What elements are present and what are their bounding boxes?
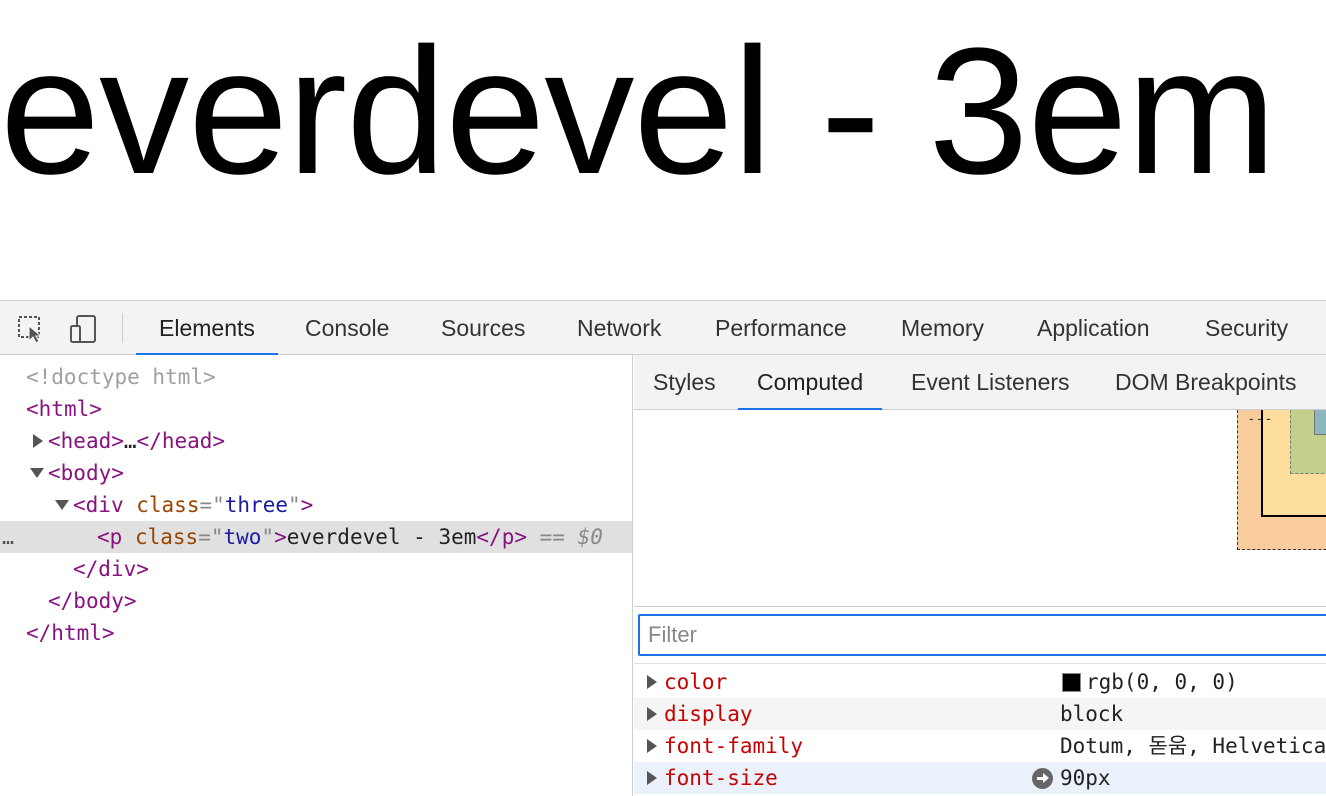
dom-html-open[interactable]: <html> [0,393,632,425]
expand-triangle-icon[interactable] [647,739,657,753]
prop-value: 90px [1060,766,1111,790]
devtools-toolbar: Elements Console Sources Network Perform… [0,301,1326,356]
p-attr-name: class [134,525,199,549]
body-tag-name: body [60,461,112,485]
head-close-tag-name: head [161,429,213,453]
dom-div-open[interactable]: <div class="three"> [0,489,632,521]
device-toggle-icon[interactable] [68,314,98,344]
tab-security[interactable]: Security [1182,301,1311,355]
filter-input[interactable] [638,614,1326,656]
elements-dom-tree: <!doctype html> <html> <head>…</head> <b… [0,355,633,796]
computed-prop-font-size[interactable]: font-size 90px [634,762,1326,794]
expand-triangle-icon[interactable] [647,707,657,721]
color-swatch[interactable] [1062,673,1081,692]
computed-prop-color[interactable]: color rgb(0, 0, 0) [634,666,1326,698]
prop-value: rgb(0, 0, 0) [1086,670,1238,694]
p-text-content[interactable]: everdevel - 3em [287,525,477,549]
prop-name: font-size [664,766,778,790]
expand-triangle-icon[interactable] [33,434,43,448]
prop-value: block [1060,702,1124,726]
dom-html-close[interactable]: </html> [0,617,632,649]
prop-name: color [664,670,728,694]
arrow-right-circle-icon[interactable] [1032,768,1053,789]
dom-head[interactable]: <head>…</head> [0,425,632,457]
prop-value: Dotum, 돋움, Helvetica [1060,734,1326,758]
doctype-text: <!doctype html> [26,365,216,389]
box-model-content[interactable] [1314,410,1326,435]
p-close-tag-name: p [501,525,515,549]
tab-elements[interactable]: Elements [136,301,278,356]
tab-computed[interactable]: Computed [738,355,883,411]
tab-dom-breakpoints[interactable]: DOM Breakpoints [1096,355,1316,410]
html-tag-name: html [38,397,90,421]
tab-application[interactable]: Application [1014,301,1173,355]
expand-triangle-icon[interactable] [647,771,657,785]
div-attr-value[interactable]: three [225,493,288,517]
dom-body-close[interactable]: </body> [0,585,632,617]
collapse-triangle-icon[interactable] [55,500,69,510]
div-close-tag-name: div [98,557,137,581]
row-more-menu[interactable]: … [2,521,15,553]
box-model-diagram: - - - [634,410,1326,606]
prop-name: display [664,702,753,726]
tab-styles[interactable]: Styles [634,355,735,410]
tab-performance[interactable]: Performance [692,301,870,355]
selected-var: $0 [577,525,603,549]
devtools-panel: Elements Console Sources Network Perform… [0,300,1326,796]
prop-name: font-family [664,734,804,758]
dom-doctype[interactable]: <!doctype html> [0,361,632,393]
side-tabs: Styles Computed Event Listeners DOM Brea… [634,355,1326,411]
div-tag-name: div [85,493,124,517]
collapse-triangle-icon[interactable] [30,468,44,478]
inspect-element-icon[interactable] [16,314,46,344]
head-tag-name: head [60,429,112,453]
p-tag-name: p [109,525,123,549]
dom-p-selected[interactable]: … <p class="two">everdevel - 3em</p> == … [0,521,632,553]
tab-event-listeners[interactable]: Event Listeners [892,355,1089,410]
dom-body-open[interactable]: <body> [0,457,632,489]
page-heading: everdevel - 3em [0,11,1277,212]
side-pane: Styles Computed Event Listeners DOM Brea… [634,355,1326,796]
tab-network[interactable]: Network [554,301,684,355]
box-model-dashes: - - - [1249,410,1271,426]
expand-triangle-icon[interactable] [647,675,657,689]
computed-prop-display[interactable]: display block [634,698,1326,730]
tab-console[interactable]: Console [282,301,412,355]
head-collapsed-ellipsis[interactable]: … [124,429,137,453]
dom-div-close[interactable]: </div> [0,553,632,585]
tab-memory[interactable]: Memory [878,301,1007,355]
toolbar-separator [122,313,123,343]
body-close-tag-name: body [73,589,124,613]
selected-marker: == [539,525,565,549]
computed-prop-font-family[interactable]: font-family Dotum, 돋움, Helvetica [634,730,1326,762]
html-close-tag-name: html [51,621,102,645]
div-attr-name: class [136,493,200,517]
filter-bar [634,606,1326,664]
tab-sources[interactable]: Sources [418,301,548,355]
p-attr-value[interactable]: two [223,525,261,549]
page-viewport: everdevel - 3em [0,0,1326,300]
